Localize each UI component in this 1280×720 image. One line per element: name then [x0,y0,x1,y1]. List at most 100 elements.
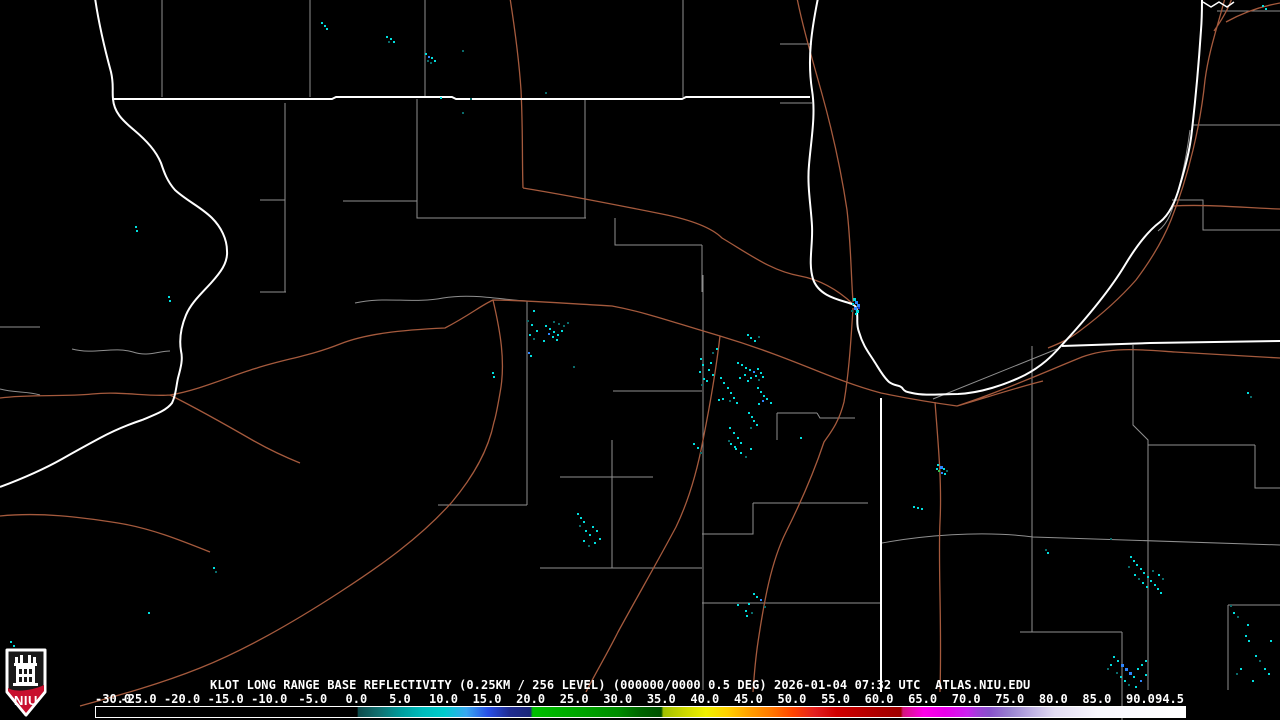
radar-echo [549,328,551,330]
radar-echo [1142,582,1144,584]
radar-echo [750,337,752,339]
radar-echo [529,334,531,336]
radar-echo [427,60,429,62]
radar-echo [553,321,555,323]
radar-echo [858,307,860,309]
radar-echo [917,507,919,509]
radar-echo [853,298,856,301]
radar-echo [753,420,755,422]
radar-echo [800,437,802,439]
radar-echo [1136,564,1138,566]
radar-echo [729,400,731,402]
radar-echo [762,376,764,378]
radar-echo [1140,568,1142,570]
roads [0,0,1280,707]
radar-echoes-layer [8,5,1272,688]
radar-echo [706,380,708,382]
radar-echo [573,366,575,368]
radar-echo [545,325,547,327]
radar-echo [585,530,587,532]
radar-echo [556,339,558,341]
radar-echo [531,324,533,326]
radar-echo [1124,680,1126,682]
radar-echo [1157,588,1159,590]
radar-echo [536,330,538,332]
radar-echo [745,367,747,369]
radar-echo [758,336,760,338]
radar-echo [1145,674,1147,676]
radar-echo [592,526,594,528]
radar-echo [1133,560,1135,562]
radar-echo [854,307,857,310]
niu-shield-icon: NIU [5,648,47,717]
radar-echo [708,369,710,371]
radar-echo [737,362,739,364]
radar-echo [760,599,762,601]
radar-echo [936,468,938,470]
radar-echo [1110,538,1112,540]
radar-echo [321,22,323,24]
radar-echo [440,97,442,99]
radar-echo [1247,392,1249,394]
radar-echo [533,338,535,340]
radar-echo [766,398,768,400]
radar-echo [1113,656,1115,658]
radar-echo [749,369,751,371]
radar-echo [723,382,725,384]
radar-echo [213,567,215,569]
radar-echo [730,443,732,445]
radar-echo [693,443,695,445]
radar-echo [1107,668,1109,670]
radar-echo [940,466,943,469]
radar-echo [492,372,494,374]
radar-echo [324,25,326,27]
radar-echo [1259,660,1261,662]
radar-echo [1143,572,1145,574]
radar-echo [390,38,392,40]
radar-echo [740,452,742,454]
radar-echo [856,310,859,313]
radar-echo [760,391,762,393]
radar-echo [757,368,759,370]
radar-echo [428,56,430,58]
radar-echo [748,412,750,414]
radar-echo [913,506,915,508]
radar-echo [753,593,755,595]
radar-echo [852,303,854,305]
radar-echo [1240,668,1242,670]
radar-echo [493,376,495,378]
radar-echo [747,380,749,382]
radar-echo [583,540,585,542]
radar-echo [735,448,737,450]
mississippi-river-path [0,0,229,488]
radar-echo [1110,664,1112,666]
product-title: KLOT LONG RANGE BASE REFLECTIVITY (0.25K… [210,678,1031,692]
radar-echo [1140,680,1142,682]
radar-echo [1047,552,1049,554]
radar-echo [1268,673,1270,675]
radar-echo [1121,664,1124,667]
radar-echo [430,62,432,64]
radar-echo [1265,8,1267,10]
niu-logo: NIU [5,648,47,717]
radar-echo [1120,676,1122,678]
radar-echo [386,36,388,38]
radar-echo [1125,668,1128,671]
radar-echo [1117,660,1119,662]
in-mi-border-path [1061,340,1280,347]
radar-echo [763,395,765,397]
map-canvas [0,0,1280,720]
radar-echo [757,387,759,389]
radar-echo [730,392,732,394]
radar-echo [1154,584,1156,586]
radar-echo [1158,574,1160,576]
radar-echo [1116,672,1118,674]
radar-echo [557,334,559,336]
radar-echo [567,322,569,324]
radar-echo [588,545,590,547]
radar-echo [770,402,772,404]
radar-echo [1248,640,1250,642]
radar-echo [1255,655,1257,657]
radar-echo [543,340,545,342]
state-borders [0,0,1280,692]
